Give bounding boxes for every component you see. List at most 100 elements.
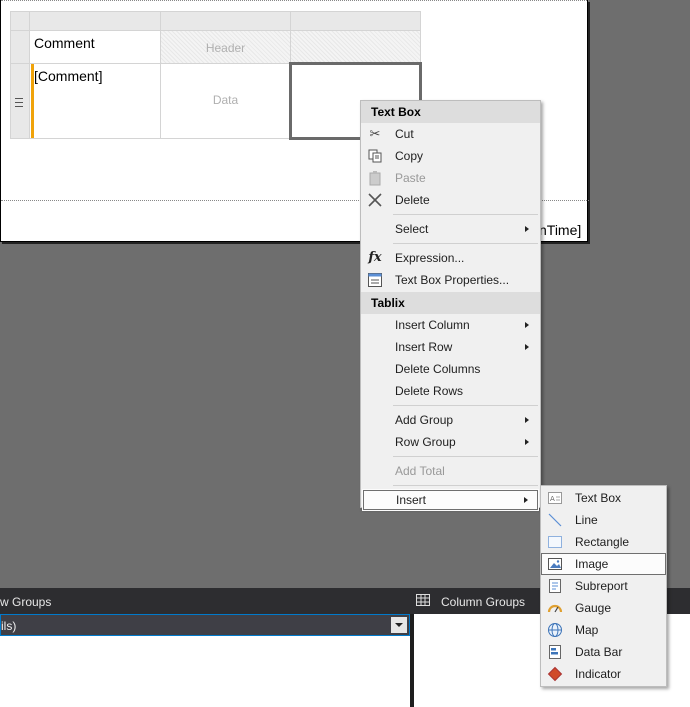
menu-item-label: Cut	[395, 127, 414, 141]
submenu-item-line[interactable]: Line	[541, 509, 666, 531]
submenu-arrow-icon	[525, 417, 529, 423]
menu-item-insert-row[interactable]: Insert Row	[361, 336, 540, 358]
column-handle-2[interactable]	[160, 11, 291, 31]
column-groups-icon	[416, 594, 430, 606]
menu-item-label: Delete	[395, 193, 430, 207]
row-groups-label: w Groups	[0, 595, 52, 609]
header-placeholder: Header	[205, 41, 246, 55]
row-groups-panel[interactable]	[0, 636, 410, 707]
menu-separator	[393, 243, 538, 244]
menu-separator	[393, 485, 538, 486]
context-menu: Text Box ✂ Cut Copy Paste Delete Select …	[360, 100, 541, 511]
menu-item-delete-columns[interactable]: Delete Columns	[361, 358, 540, 380]
menu-item-cut[interactable]: ✂ Cut	[361, 123, 540, 145]
submenu-item-label: Rectangle	[575, 535, 630, 549]
row-group-value: ils)	[1, 619, 17, 633]
row-handle-data[interactable]	[10, 63, 30, 139]
menu-item-label: Paste	[395, 171, 426, 185]
submenu-item-label: Indicator	[575, 667, 622, 681]
menu-item-insert-column[interactable]: Insert Column	[361, 314, 540, 336]
grip-lines-icon	[15, 98, 23, 107]
menu-item-add-group[interactable]: Add Group	[361, 409, 540, 431]
submenu-item-label: Data Bar	[575, 645, 623, 659]
data-cell-text: [Comment]	[34, 68, 103, 84]
globe-icon	[547, 622, 563, 638]
column-handle-3[interactable]	[290, 11, 421, 31]
submenu-arrow-icon	[525, 439, 529, 445]
textbox-icon: A	[547, 490, 563, 506]
clipboard-icon	[367, 170, 383, 186]
submenu-item-subreport[interactable]: Subreport	[541, 575, 666, 597]
diamond-icon	[547, 666, 563, 682]
menu-item-textbox-properties[interactable]: Text Box Properties...	[361, 269, 540, 291]
submenu-item-label: Line	[575, 513, 598, 527]
row-handle-header[interactable]	[10, 30, 30, 64]
tablix-corner-handle[interactable]	[10, 11, 30, 31]
submenu-item-map[interactable]: Map	[541, 619, 666, 641]
submenu-arrow-icon	[525, 322, 529, 328]
submenu-item-label: Text Box	[575, 491, 622, 505]
data-cell-comment[interactable]: [Comment]	[29, 63, 161, 139]
menu-item-label: Add Group	[395, 413, 454, 427]
subreport-icon	[547, 578, 563, 594]
x-icon	[367, 192, 383, 208]
footer-expression-text: nTime]	[539, 222, 582, 238]
row-group-selector[interactable]: ils)	[0, 614, 410, 636]
menu-item-select[interactable]: Select	[361, 218, 540, 240]
menu-item-delete-rows[interactable]: Delete Rows	[361, 380, 540, 402]
menu-item-label: Text Box Properties...	[395, 273, 510, 287]
function-icon: fx	[368, 250, 382, 265]
column-groups-label: Column Groups	[441, 595, 526, 609]
scissors-icon: ✂	[369, 126, 381, 141]
menu-item-label: Insert Row	[395, 340, 453, 354]
data-placeholder: Data	[212, 93, 239, 107]
submenu-arrow-icon	[525, 226, 529, 232]
menu-item-delete[interactable]: Delete	[361, 189, 540, 211]
gauge-icon	[547, 600, 563, 616]
column-handle-1[interactable]	[29, 11, 161, 31]
properties-icon	[367, 272, 383, 288]
insert-submenu: A Text Box Line Rectangle Image Subrepor…	[540, 485, 667, 687]
submenu-item-rectangle[interactable]: Rectangle	[541, 531, 666, 553]
menu-section-tablix: Tablix	[361, 292, 540, 314]
data-cell-2[interactable]: Data	[160, 63, 291, 139]
header-cell-2[interactable]: Header	[160, 30, 291, 64]
svg-text:A: A	[550, 495, 555, 503]
submenu-item-data-bar[interactable]: Data Bar	[541, 641, 666, 663]
submenu-item-text-box[interactable]: A Text Box	[541, 487, 666, 509]
menu-item-expression[interactable]: fx Expression...	[361, 247, 540, 269]
menu-item-label: Expression...	[395, 251, 465, 265]
header-cell-3[interactable]	[290, 30, 421, 64]
copy-icon	[367, 148, 383, 164]
chevron-down-icon	[395, 623, 403, 627]
submenu-arrow-icon	[525, 344, 529, 350]
submenu-item-image[interactable]: Image	[541, 553, 666, 575]
submenu-item-indicator[interactable]: Indicator	[541, 663, 666, 685]
menu-separator	[393, 456, 538, 457]
menu-item-row-group[interactable]: Row Group	[361, 431, 540, 453]
menu-item-label: Delete Columns	[395, 362, 481, 376]
submenu-arrow-icon	[524, 497, 528, 503]
menu-item-insert[interactable]: Insert	[362, 489, 539, 511]
submenu-item-label: Image	[575, 557, 609, 571]
menu-section-text-box: Text Box	[361, 101, 540, 123]
header-cell-comment[interactable]: Comment	[29, 30, 161, 64]
menu-separator	[393, 405, 538, 406]
menu-item-label: Add Total	[395, 464, 445, 478]
databar-icon	[547, 644, 563, 660]
dropdown-button[interactable]	[391, 617, 407, 633]
canvas-top-border	[1, 0, 589, 1]
rectangle-icon	[547, 534, 563, 550]
menu-item-label: Insert Column	[395, 318, 470, 332]
menu-item-add-total: Add Total	[361, 460, 540, 482]
submenu-item-gauge[interactable]: Gauge	[541, 597, 666, 619]
menu-item-copy[interactable]: Copy	[361, 145, 540, 167]
image-icon	[547, 556, 563, 572]
line-icon	[547, 512, 563, 528]
menu-item-label: Delete Rows	[395, 384, 464, 398]
submenu-item-label: Gauge	[575, 601, 612, 615]
menu-item-paste: Paste	[361, 167, 540, 189]
menu-item-label: Row Group	[395, 435, 456, 449]
menu-separator	[393, 214, 538, 215]
menu-item-label: Copy	[395, 149, 424, 163]
